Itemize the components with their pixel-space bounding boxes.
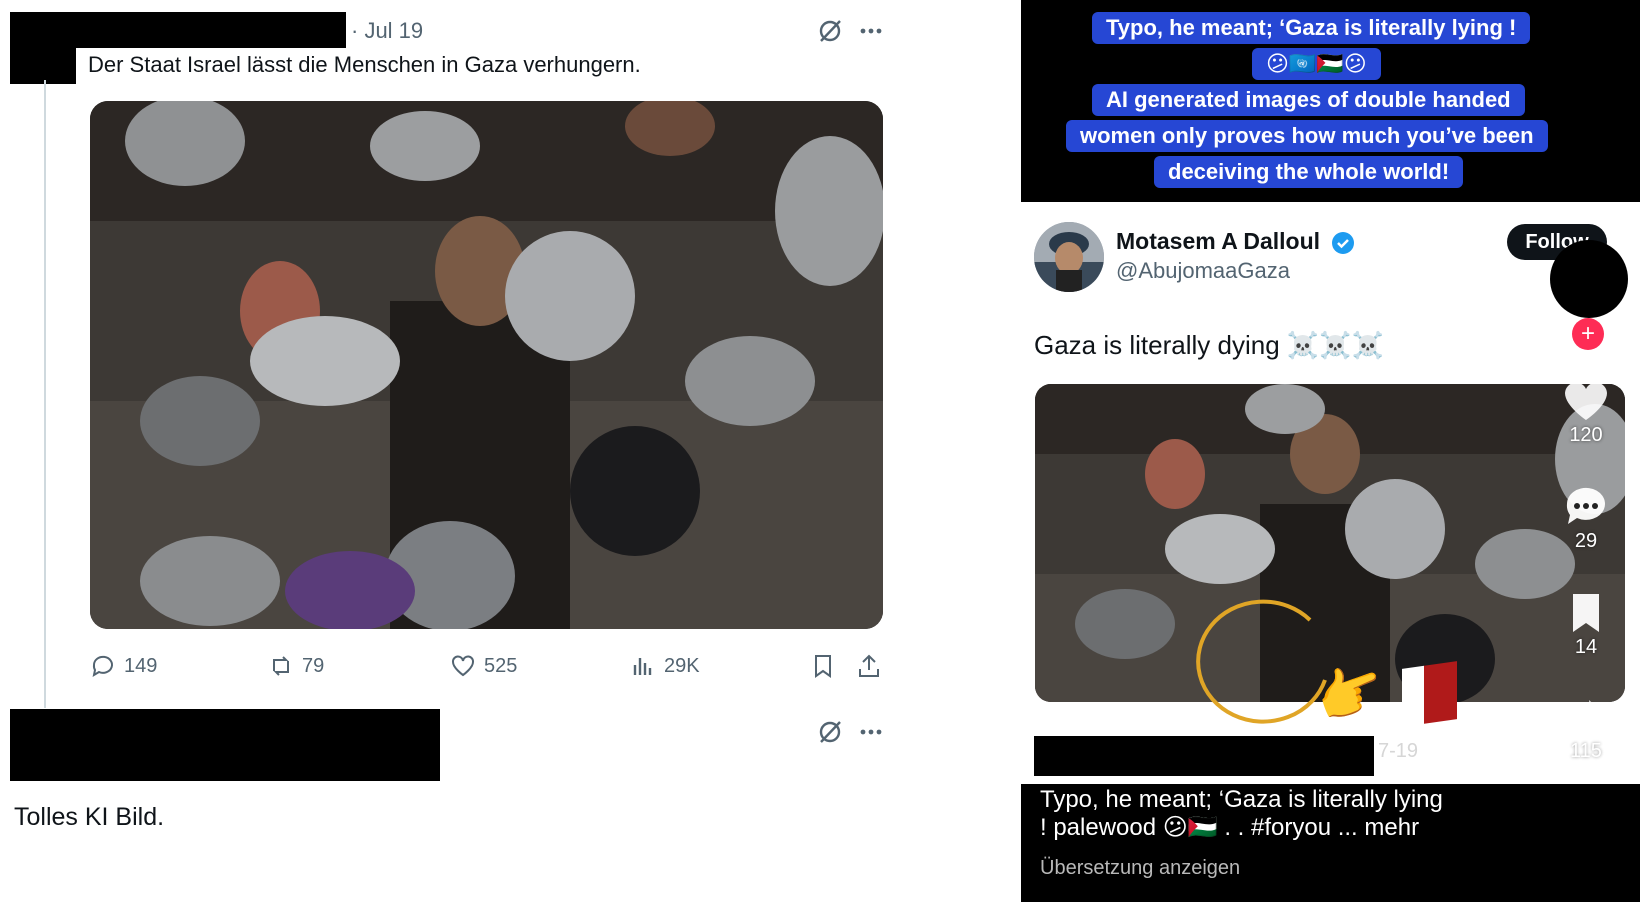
- tiktok-post-text: Gaza is literally dying ☠️☠️☠️: [1034, 330, 1384, 360]
- like-count: 525: [484, 654, 518, 677]
- more-options-icon[interactable]: [856, 717, 886, 747]
- comment-icon: [1566, 487, 1605, 524]
- redacted-avatar: [10, 12, 76, 84]
- show-translation-link[interactable]: Übersetzung anzeigen: [1040, 857, 1240, 880]
- tweet-photo[interactable]: [90, 101, 883, 629]
- caption-line: Typo, he meant; ‘Gaza is literally lying…: [1092, 12, 1531, 44]
- author-handle[interactable]: @AbujomaaGaza: [1116, 258, 1290, 284]
- redacted-creator-avatar: [1550, 240, 1628, 318]
- author-avatar[interactable]: [1034, 222, 1104, 292]
- tweet-text: Der Staat Israel lässt die Menschen in G…: [88, 52, 641, 77]
- retweet-button[interactable]: 79: [268, 650, 324, 682]
- bookmark-button[interactable]: [810, 650, 836, 682]
- like-action[interactable]: 120: [1561, 378, 1611, 447]
- views-button[interactable]: 29K: [630, 650, 700, 682]
- comment-count: 29: [1574, 530, 1598, 552]
- heart-icon: [1565, 382, 1607, 420]
- bookmark-icon: [1573, 594, 1599, 632]
- like-count: 120: [1569, 424, 1603, 446]
- share-icon: [859, 654, 879, 677]
- share-arrow-icon: [1565, 700, 1607, 736]
- save-action[interactable]: 14: [1561, 590, 1611, 659]
- description-line: Typo, he meant; ‘Gaza is literally lying: [1040, 786, 1443, 813]
- retweet-count: 79: [302, 654, 325, 677]
- redacted-reply-author: [10, 709, 440, 781]
- caption-line: women only proves how much you’ve been: [1066, 120, 1548, 152]
- share-action[interactable]: 115: [1561, 694, 1611, 763]
- bookmark-icon: [815, 655, 831, 678]
- annotation-circle: [1196, 599, 1327, 724]
- analytics-icon: [633, 658, 652, 675]
- flag-sticker-icon: [1402, 661, 1457, 727]
- reply-button[interactable]: 149: [90, 650, 157, 682]
- post-timestamp: 7-19: [1378, 740, 1419, 762]
- verified-badge-icon: [1332, 232, 1354, 254]
- more-options-icon[interactable]: [856, 16, 886, 46]
- caption-line: deceiving the whole world!: [1154, 156, 1464, 188]
- retweet-icon: [273, 656, 289, 676]
- share-count: 115: [1570, 740, 1602, 762]
- author-name[interactable]: Motasem A Dalloul: [1116, 228, 1320, 255]
- tweet-date[interactable]: · Jul 19: [351, 18, 423, 44]
- thread-line: [44, 80, 46, 708]
- heart-icon: [452, 655, 474, 677]
- grok-icon[interactable]: [815, 717, 845, 747]
- comment-action[interactable]: 29: [1561, 484, 1611, 553]
- save-count: 14: [1574, 636, 1598, 658]
- redacted-tiktok-username: [1034, 736, 1374, 776]
- like-button[interactable]: 525: [450, 650, 517, 682]
- follow-plus-icon[interactable]: +: [1572, 318, 1604, 350]
- caption-line: AI generated images of double handed: [1092, 84, 1525, 116]
- views-count: 29K: [664, 654, 700, 677]
- grok-icon[interactable]: [815, 16, 845, 46]
- description-line: ! palewood 😕🇵🇸 . . #foryou ... mehr: [1040, 814, 1420, 841]
- share-button[interactable]: [856, 650, 882, 682]
- reply-count: 149: [124, 654, 158, 677]
- reply-text: Tolles KI Bild.: [14, 803, 165, 831]
- reply-icon: [92, 655, 113, 678]
- tiktok-description[interactable]: Typo, he meant; ‘Gaza is literally lying…: [1040, 786, 1560, 842]
- caption-emoji-line: 😕🇺🇳🇵🇸😕: [1252, 48, 1381, 80]
